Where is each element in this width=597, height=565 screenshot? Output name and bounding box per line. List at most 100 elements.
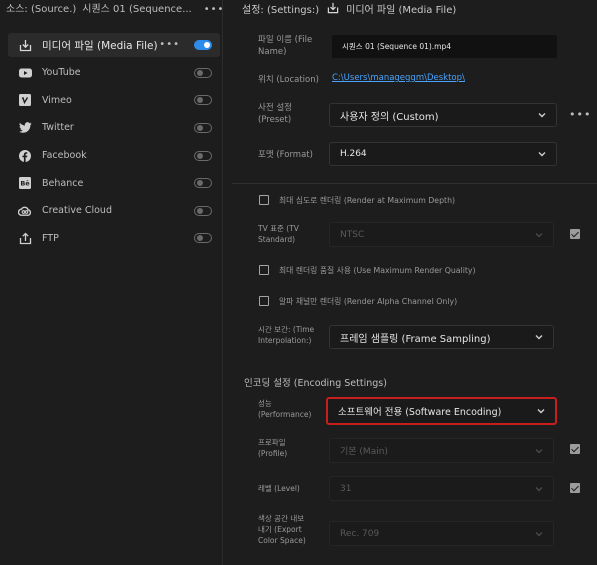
level-select[interactable]: 31 (329, 476, 554, 501)
destination-twitter[interactable]: Twitter (8, 114, 220, 142)
destination-toggle[interactable] (194, 178, 212, 189)
destination-media-file[interactable]: 미디어 파일 (Media File) ••• (8, 33, 220, 57)
label-line: TV 표준 (TV (258, 224, 299, 233)
destination-toggle[interactable] (194, 122, 212, 133)
destination-toggle[interactable] (194, 40, 212, 50)
label-line: 사전 설정 (258, 103, 292, 113)
label-line: Standard) (258, 235, 296, 244)
chevron-down-icon (535, 335, 543, 340)
level-override-checkbox[interactable] (570, 483, 580, 493)
label-line: Name) (258, 47, 287, 57)
section-divider (232, 183, 597, 184)
label-line: (Performance) (258, 410, 312, 419)
tv-standard-select[interactable]: NTSC (329, 222, 554, 247)
render-max-depth-label: 최대 심도로 렌더링 (Render at Maximum Depth) (279, 196, 456, 205)
source-label: 소스: (Source.) (6, 4, 77, 15)
profile-label: 프로파일 (Profile) (258, 437, 287, 459)
destination-label: Behance (42, 177, 84, 189)
tv-standard-label: TV 표준 (TV Standard) (258, 223, 299, 245)
location-label: 위치 (Location) (258, 75, 319, 85)
destination-label: Twitter (42, 122, 74, 134)
twitter-icon (18, 121, 32, 135)
destination-more-button[interactable]: ••• (159, 39, 180, 50)
level-label: 레벨 (Level) (258, 484, 300, 493)
format-label: 포맷 (Format) (258, 150, 313, 160)
encoding-settings-title: 인코딩 설정 (Encoding Settings) (244, 378, 387, 389)
settings-header: 설정: (Settings:) 미디어 파일 (Media File) (242, 0, 456, 16)
destination-youtube[interactable]: YouTube (8, 59, 220, 87)
level-value: 31 (340, 483, 352, 494)
destinations-panel: 소스: (Source.) 시퀀스 01 (Sequence... ••• 미디… (0, 0, 223, 565)
destination-facebook[interactable]: Facebook (8, 142, 220, 170)
color-space-select[interactable]: Rec. 709 (329, 521, 554, 546)
max-render-quality-checkbox[interactable] (259, 265, 269, 275)
destination-label: FTP (42, 232, 59, 244)
export-icon (327, 2, 339, 14)
destination-toggle[interactable] (194, 233, 212, 244)
destination-label: 미디어 파일 (Media File) (42, 39, 158, 52)
facebook-icon (18, 149, 32, 163)
tv-standard-override-checkbox[interactable] (570, 229, 580, 239)
chevron-down-icon (535, 531, 543, 536)
label-line: 프로파일 (258, 438, 286, 447)
label-line: 내기 (Export (258, 525, 302, 534)
ftp-upload-icon (18, 231, 32, 245)
profile-override-checkbox[interactable] (570, 444, 580, 454)
preset-more-button[interactable]: ••• (569, 108, 591, 121)
source-more-button[interactable]: ••• (204, 3, 225, 17)
max-render-quality-label: 최대 렌더링 품질 사용 (Use Maximum Render Quality… (279, 266, 476, 275)
tv-standard-value: NTSC (340, 229, 365, 240)
profile-value: 기본 (Main) (340, 447, 388, 457)
media-file-label: 미디어 파일 (Media File) (346, 4, 457, 16)
destination-label: Facebook (42, 150, 87, 162)
export-icon (18, 38, 32, 52)
color-space-label: 색상 공간 내보 내기 (Export Color Space) (258, 513, 306, 546)
label-line: 파일 이름 (File (258, 35, 313, 45)
label-line: Color Space) (258, 536, 306, 545)
label-line: 시간 보간: (Time (258, 325, 315, 334)
file-name-field[interactable]: 시퀀스 01 (Sequence 01).mp4 (332, 35, 557, 58)
chevron-down-icon (535, 232, 543, 237)
destination-toggle[interactable] (194, 150, 212, 161)
destination-toggle[interactable] (194, 67, 212, 78)
destination-toggle[interactable] (194, 205, 212, 216)
destination-creative-cloud[interactable]: Creative Cloud (8, 197, 220, 225)
location-link[interactable]: C:\Users\manageggm\Desktop\ (332, 73, 465, 83)
creative-cloud-icon (18, 204, 32, 218)
time-interpolation-value: 프레임 샘플링 (Frame Sampling) (340, 333, 491, 345)
vimeo-icon (18, 93, 32, 107)
format-select[interactable]: H.264 (329, 142, 557, 166)
render-alpha-checkbox[interactable] (259, 296, 269, 306)
behance-icon: Bē (18, 176, 32, 190)
destination-vimeo[interactable]: Vimeo (8, 87, 220, 115)
performance-select[interactable]: 소프트웨어 전용 (Software Encoding) (326, 397, 557, 425)
preset-value: 사용자 정의 (Custom) (340, 111, 439, 123)
format-value: H.264 (340, 149, 367, 159)
chevron-down-icon (535, 486, 543, 491)
youtube-icon (18, 66, 32, 80)
performance-value: 소프트웨어 전용 (Software Encoding) (338, 407, 502, 418)
settings-panel: 설정: (Settings:) 미디어 파일 (Media File) 파일 이… (232, 0, 597, 565)
label-line: (Preset) (258, 115, 292, 125)
destination-list: 미디어 파일 (Media File) ••• YouTube Vimeo Tw… (8, 33, 220, 252)
preset-label: 사전 설정 (Preset) (258, 102, 292, 126)
destination-toggle[interactable] (194, 95, 212, 106)
render-alpha-label: 알파 채널만 렌더링 (Render Alpha Channel Only) (279, 297, 458, 306)
destination-label: Creative Cloud (42, 205, 112, 217)
destination-behance[interactable]: Bē Behance (8, 169, 220, 197)
time-interpolation-label: 시간 보간: (Time Interpolation:) (258, 324, 314, 346)
chevron-down-icon (538, 113, 546, 118)
render-max-depth-checkbox[interactable] (259, 195, 269, 205)
label-line: 색상 공간 내보 (258, 514, 305, 523)
performance-label: 성능 (Performance) (258, 398, 311, 420)
file-name-label: 파일 이름 (File Name) (258, 34, 312, 58)
time-interpolation-select[interactable]: 프레임 샘플링 (Frame Sampling) (329, 325, 554, 349)
sequence-label: 시퀀스 01 (Sequence... (82, 4, 192, 15)
label-line: Interpolation:) (258, 336, 312, 345)
profile-select[interactable]: 기본 (Main) (329, 438, 554, 463)
destination-ftp[interactable]: FTP (8, 225, 220, 253)
destination-label: Vimeo (42, 94, 72, 106)
color-space-value: Rec. 709 (340, 528, 380, 539)
svg-text:Bē: Bē (20, 180, 30, 188)
preset-select[interactable]: 사용자 정의 (Custom) (329, 103, 557, 127)
